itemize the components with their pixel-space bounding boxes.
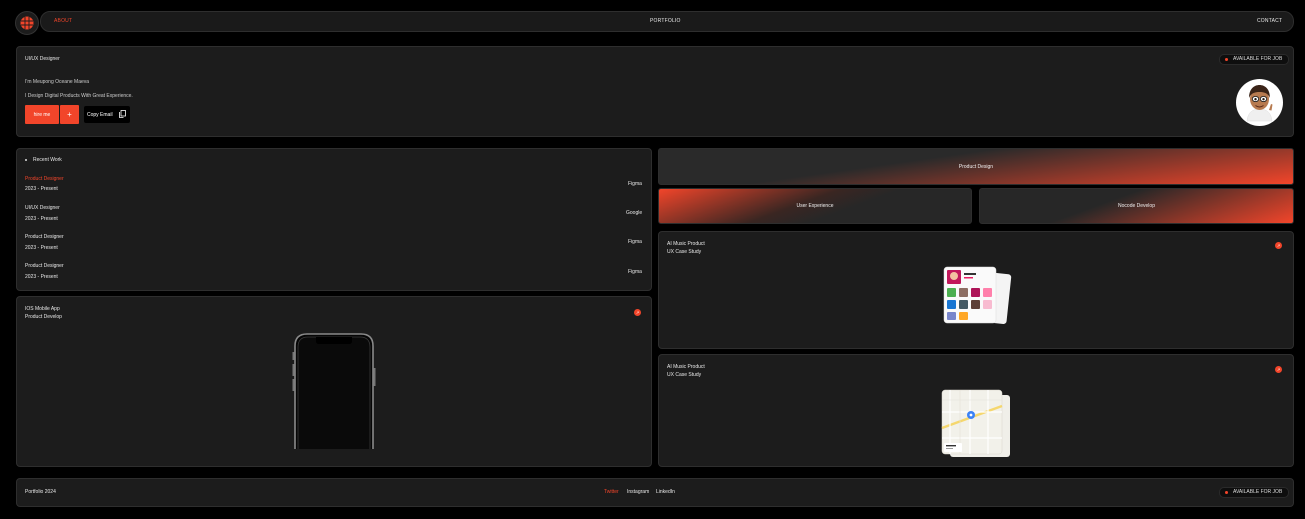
hero-tagline: I Design Digital Products With Great Exp… xyxy=(25,93,133,99)
copy-icon xyxy=(119,110,126,118)
nav-portfolio-link[interactable]: PORTFOLIO xyxy=(650,18,681,24)
music-app-preview-icon xyxy=(943,266,1012,324)
work-tool: Figma xyxy=(628,181,642,187)
footer-twitter-link[interactable]: Twitter xyxy=(604,489,619,495)
hire-plus-button[interactable]: + xyxy=(60,105,79,124)
case-subtitle: UX Case Study xyxy=(667,249,702,255)
hero-name: I'm Meupong Oceane Maeva xyxy=(25,79,90,85)
work-tool: Google xyxy=(626,210,643,216)
recent-work-card xyxy=(16,148,652,291)
work-date: 2023 - Present xyxy=(25,274,58,280)
hire-me-button[interactable]: hire me xyxy=(25,105,59,124)
footer-instagram-link[interactable]: Instagram xyxy=(627,489,649,495)
map-app-preview-icon xyxy=(941,389,1010,457)
work-tool: Figma xyxy=(628,269,642,275)
arrow-icon[interactable]: ↗ xyxy=(1275,242,1282,249)
top-nav: ABOUT PORTFOLIO CONTACT xyxy=(40,11,1294,32)
iphone-mockup-icon xyxy=(292,333,376,449)
work-tool: Figma xyxy=(628,239,642,245)
hero-card xyxy=(16,46,1294,137)
footer xyxy=(16,478,1294,507)
work-date: 2023 - Present xyxy=(25,245,58,251)
nav-about-link[interactable]: ABOUT xyxy=(54,18,72,24)
hero-role: UI/UX Designer xyxy=(25,56,60,62)
availability-badge: AVAILABLE FOR JOB xyxy=(1219,54,1290,65)
logo[interactable] xyxy=(15,11,39,35)
work-date: 2023 - Present xyxy=(25,216,58,222)
ios-subtitle: Product Develop xyxy=(25,314,62,320)
work-role: Product Designer xyxy=(25,263,64,269)
avatar xyxy=(1236,79,1283,126)
footer-availability-badge: AVAILABLE FOR JOB xyxy=(1219,487,1290,498)
work-role: Product Designer xyxy=(25,234,64,240)
memoji-avatar-icon xyxy=(1236,79,1283,126)
arrow-icon[interactable]: ↗ xyxy=(634,309,641,316)
logo-icon xyxy=(20,16,34,30)
case-subtitle: UX Case Study xyxy=(667,372,702,378)
copy-email-label: Copy Email xyxy=(87,111,113,118)
work-role: Product Designer xyxy=(25,176,64,182)
case-title: AI Music Product xyxy=(667,241,705,247)
footer-copyright: Portfolio 2024 xyxy=(25,489,56,495)
nav-contact-link[interactable]: CONTACT xyxy=(1257,18,1282,24)
skill-user-experience[interactable]: User Experience xyxy=(658,188,972,224)
skill-nocode-develop[interactable]: Nocode Develop xyxy=(979,188,1294,224)
case-title: AI Music Product xyxy=(667,364,705,370)
arrow-icon[interactable]: ↗ xyxy=(1275,366,1282,373)
ios-title: IOS Mobile App xyxy=(25,306,60,312)
footer-linkedin-link[interactable]: LinkedIn xyxy=(656,489,675,495)
recent-work-heading: Recent Work xyxy=(33,157,62,163)
work-role: UI/UX Designer xyxy=(25,205,60,211)
bullet-icon xyxy=(25,159,27,161)
work-date: 2023 - Present xyxy=(25,186,58,192)
skill-product-design[interactable]: Product Design xyxy=(658,148,1294,185)
copy-email-button[interactable]: Copy Email xyxy=(84,106,130,123)
